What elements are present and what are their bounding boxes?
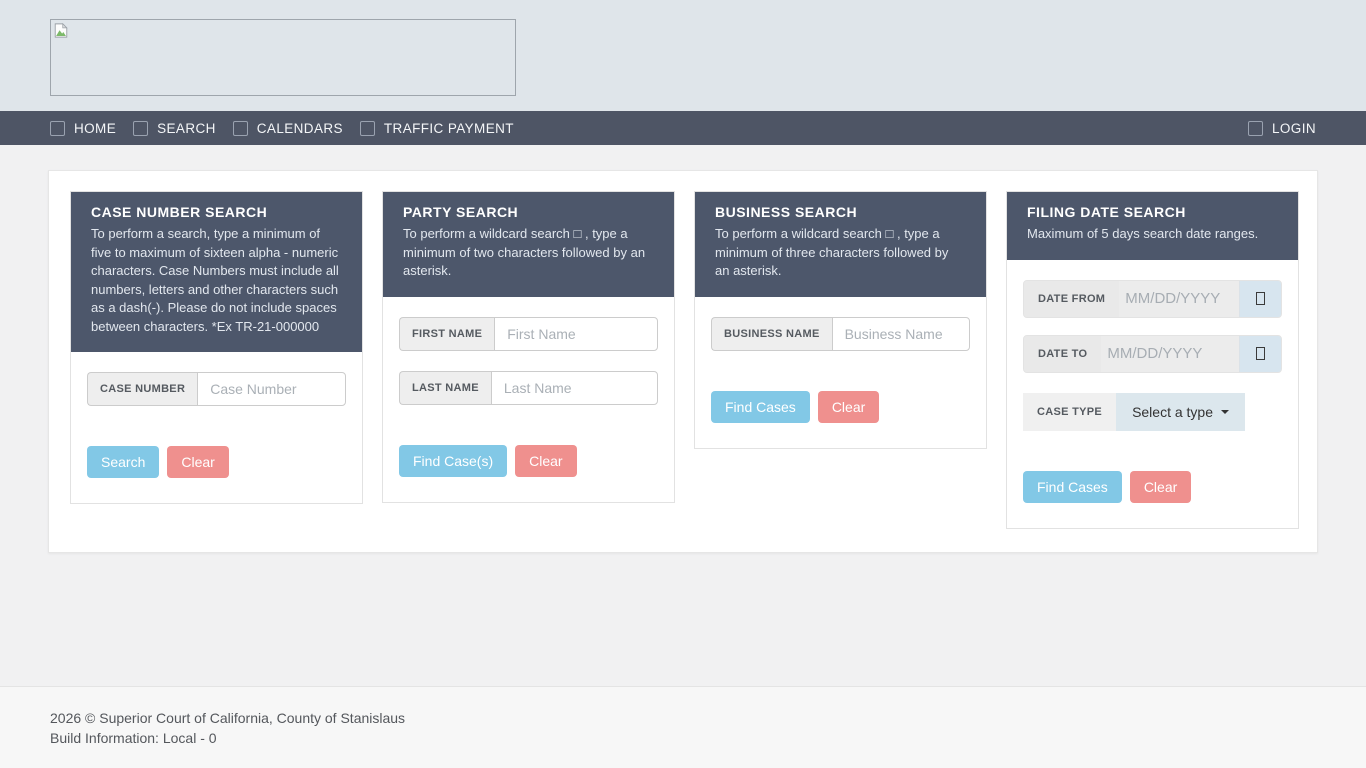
filing-date-find-cases-button[interactable]: Find Cases [1023, 471, 1122, 503]
nav-item-label: CALENDARS [257, 121, 343, 136]
nav-item-traffic-payment[interactable]: TRAFFIC PAYMENT [360, 121, 514, 136]
filing-date-search-panel: FILING DATE SEARCH Maximum of 5 days sea… [1006, 191, 1299, 529]
business-name-label: BUSINESS NAME [711, 317, 832, 351]
page-footer: 2026 © Superior Court of California, Cou… [0, 686, 1366, 768]
calendar-icon [1256, 347, 1265, 360]
panel-description: To perform a search, type a minimum of f… [91, 225, 342, 336]
case-type-label: CASE TYPE [1023, 393, 1116, 431]
traffic-payment-icon [360, 121, 375, 136]
last-name-input[interactable] [491, 371, 658, 405]
calendars-icon [233, 121, 248, 136]
date-from-input-group: DATE FROM [1023, 280, 1282, 318]
case-number-search-button[interactable]: Search [87, 446, 159, 478]
first-name-input[interactable] [494, 317, 658, 351]
case-type-dropdown[interactable]: Select a type [1116, 393, 1245, 431]
nav-item-calendars[interactable]: CALENDARS [233, 121, 343, 136]
main-content: CASE NUMBER SEARCH To perform a search, … [0, 145, 1366, 686]
panel-body: DATE FROM DATE TO CASE TYPE S [1007, 260, 1298, 528]
case-number-clear-button[interactable]: Clear [167, 446, 228, 478]
nav-item-label: HOME [74, 121, 116, 136]
footer-build-info: Build Information: Local - 0 [50, 728, 1316, 748]
panel-description: To perform a wildcard search □ , type a … [403, 225, 654, 281]
broken-image-icon [54, 23, 68, 38]
panel-title: FILING DATE SEARCH [1027, 204, 1278, 220]
case-number-search-panel: CASE NUMBER SEARCH To perform a search, … [70, 191, 363, 504]
date-from-calendar-button[interactable] [1239, 281, 1281, 317]
date-to-input[interactable] [1101, 336, 1239, 372]
date-to-calendar-button[interactable] [1239, 336, 1281, 372]
nav-item-search[interactable]: SEARCH [133, 121, 216, 136]
calendar-icon [1256, 292, 1265, 305]
date-from-label: DATE FROM [1024, 281, 1119, 317]
search-icon [133, 121, 148, 136]
site-header [0, 0, 1366, 111]
date-to-label: DATE TO [1024, 336, 1101, 372]
caret-down-icon [1221, 410, 1229, 414]
button-row: Find Case(s) Clear [399, 445, 658, 477]
date-from-input[interactable] [1119, 281, 1239, 317]
panel-body: CASE NUMBER Search Clear [71, 352, 362, 503]
button-row: Find Cases Clear [711, 391, 970, 423]
case-type-input-group: CASE TYPE Select a type [1023, 393, 1245, 431]
case-number-input[interactable] [197, 372, 346, 406]
panel-header: PARTY SEARCH To perform a wildcard searc… [383, 192, 674, 297]
first-name-label: FIRST NAME [399, 317, 494, 351]
button-row: Search Clear [87, 446, 346, 478]
site-logo[interactable] [50, 19, 516, 96]
panel-header: CASE NUMBER SEARCH To perform a search, … [71, 192, 362, 352]
last-name-input-group: LAST NAME [399, 371, 658, 405]
first-name-input-group: FIRST NAME [399, 317, 658, 351]
case-number-label: CASE NUMBER [87, 372, 197, 406]
main-nav: HOME SEARCH CALENDARS TRAFFIC PAYMENT LO… [0, 111, 1366, 145]
panel-title: BUSINESS SEARCH [715, 204, 966, 220]
nav-item-home[interactable]: HOME [50, 121, 116, 136]
business-find-cases-button[interactable]: Find Cases [711, 391, 810, 423]
last-name-label: LAST NAME [399, 371, 491, 405]
nav-item-login[interactable]: LOGIN [1248, 121, 1316, 136]
button-row: Find Cases Clear [1023, 471, 1282, 503]
business-name-input-group: BUSINESS NAME [711, 317, 970, 351]
nav-left: HOME SEARCH CALENDARS TRAFFIC PAYMENT [50, 121, 514, 136]
party-clear-button[interactable]: Clear [515, 445, 576, 477]
panel-header: FILING DATE SEARCH Maximum of 5 days sea… [1007, 192, 1298, 260]
business-search-panel: BUSINESS SEARCH To perform a wildcard se… [694, 191, 987, 449]
date-to-input-group: DATE TO [1023, 335, 1282, 373]
filing-date-clear-button[interactable]: Clear [1130, 471, 1191, 503]
nav-right: LOGIN [1248, 121, 1316, 136]
footer-copyright: 2026 © Superior Court of California, Cou… [50, 708, 1316, 728]
home-icon [50, 121, 65, 136]
party-search-panel: PARTY SEARCH To perform a wildcard searc… [382, 191, 675, 503]
panel-description: Maximum of 5 days search date ranges. [1027, 225, 1278, 244]
business-name-input[interactable] [832, 317, 970, 351]
panel-title: PARTY SEARCH [403, 204, 654, 220]
party-find-cases-button[interactable]: Find Case(s) [399, 445, 507, 477]
panel-body: BUSINESS NAME Find Cases Clear [695, 297, 986, 448]
nav-item-label: LOGIN [1272, 121, 1316, 136]
panel-description: To perform a wildcard search □ , type a … [715, 225, 966, 281]
panel-title: CASE NUMBER SEARCH [91, 204, 342, 220]
search-card: CASE NUMBER SEARCH To perform a search, … [48, 170, 1318, 553]
nav-item-label: TRAFFIC PAYMENT [384, 121, 514, 136]
login-icon [1248, 121, 1263, 136]
case-number-input-group: CASE NUMBER [87, 372, 346, 406]
panel-body: FIRST NAME LAST NAME Find Case(s) Clear [383, 297, 674, 502]
panel-header: BUSINESS SEARCH To perform a wildcard se… [695, 192, 986, 297]
business-clear-button[interactable]: Clear [818, 391, 879, 423]
nav-item-label: SEARCH [157, 121, 216, 136]
case-type-selected-value: Select a type [1132, 404, 1213, 420]
